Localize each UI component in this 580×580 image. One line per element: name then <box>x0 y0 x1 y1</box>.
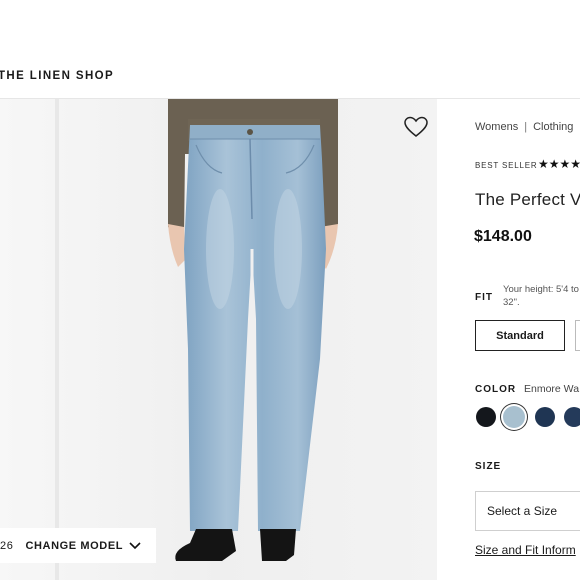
site-header: THE LINEN SHOP <box>0 0 580 99</box>
best-seller-badge: BEST SELLER <box>475 161 538 170</box>
heart-icon[interactable] <box>403 116 429 138</box>
fit-note: Your height: 5'4 to 32". <box>503 284 579 308</box>
color-swatch-navy[interactable] <box>564 407 580 427</box>
breadcrumb: Womens | Clothing <box>475 121 573 133</box>
color-swatch-light-wash[interactable] <box>503 406 525 428</box>
fit-label: FIT <box>475 292 493 303</box>
change-model-label: CHANGE MODEL <box>25 539 124 552</box>
fit-option-standard[interactable]: Standard <box>475 320 565 351</box>
size-fit-info-link[interactable]: Size and Fit Inform <box>475 543 576 557</box>
change-model-button[interactable]: CHANGE MODEL <box>25 540 141 552</box>
fit-option-next[interactable] <box>575 320 580 351</box>
breadcrumb-clothing[interactable]: Clothing <box>533 121 573 133</box>
color-swatch-dark-blue[interactable] <box>535 407 555 427</box>
product-photo <box>0 99 437 580</box>
model-selector-bar: 26 CHANGE MODEL <box>0 528 156 563</box>
product-title: The Perfect V <box>475 190 580 209</box>
size-select-placeholder: Select a Size <box>487 504 558 518</box>
breadcrumb-womens[interactable]: Womens <box>475 121 518 133</box>
size-label: SIZE <box>475 461 502 472</box>
product-price: $148.00 <box>474 228 532 245</box>
size-select[interactable]: Select a Size <box>475 491 580 531</box>
color-name: Enmore Wa <box>524 383 580 395</box>
model-size-label: 26 <box>0 539 14 552</box>
product-details-panel: Womens | Clothing BEST SELLER ★★★★ The Per… <box>437 99 580 580</box>
chevron-down-icon <box>129 541 141 549</box>
color-swatch-black[interactable] <box>476 407 496 427</box>
brand-logo[interactable]: THE LINEN SHOP <box>0 70 114 82</box>
rating-stars[interactable]: ★★★★ <box>538 157 580 171</box>
color-label: COLOR <box>475 384 517 395</box>
breadcrumb-separator: | <box>524 121 528 133</box>
product-image-gallery[interactable] <box>0 99 437 580</box>
